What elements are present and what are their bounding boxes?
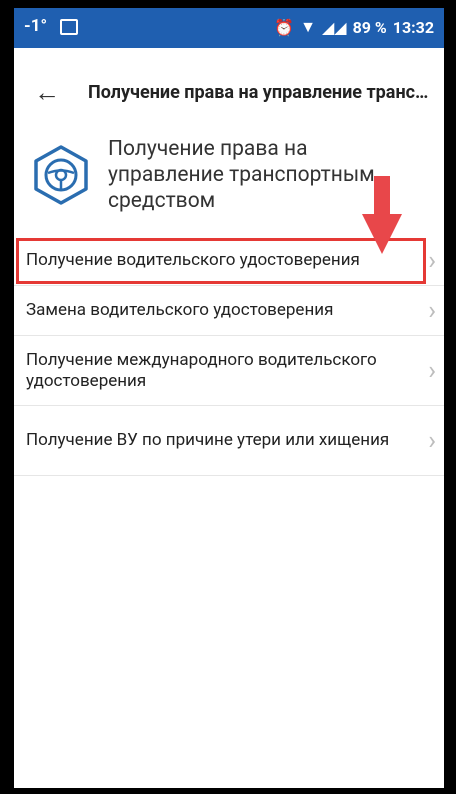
chevron-right-icon: ›: [428, 425, 436, 456]
steering-wheel-icon: [32, 144, 90, 210]
alarm-icon: ⏰: [274, 17, 295, 37]
chevron-right-icon: ›: [428, 245, 436, 276]
temperature: -1°: [24, 16, 48, 36]
status-left: -1°: [24, 16, 78, 36]
status-right: ⏰ ▼ ◢◢ 89 % 13:32: [274, 17, 434, 37]
list-item-replace-license[interactable]: Замена водительского удостоверения ›: [14, 286, 444, 336]
clock: 13:32: [392, 17, 434, 37]
signal-icon: ◢◢: [321, 17, 347, 37]
chevron-right-icon: ›: [428, 295, 436, 326]
gallery-icon: [60, 19, 78, 35]
list-item-label: Замена водительского удостоверения: [26, 300, 334, 320]
status-bar: -1° ⏰ ▼ ◢◢ 89 % 13:32: [14, 8, 444, 48]
back-arrow-icon[interactable]: ←: [34, 80, 60, 106]
wifi-icon: ▼: [300, 17, 316, 36]
app-bar: ← Получение права на управление транспор…: [14, 48, 444, 144]
battery-level: 89 %: [352, 17, 387, 37]
list-item-label: Получение ВУ по причине утери или хищени…: [26, 430, 390, 450]
list-item-lost-license[interactable]: Получение ВУ по причине утери или хищени…: [14, 406, 444, 476]
list-item-international-license[interactable]: Получение международного водительского у…: [14, 336, 444, 406]
list-item-label: Получение водительского удостоверения: [26, 250, 360, 270]
down-arrow-icon: [362, 176, 402, 260]
page-title: Получение права на управление транспортн…: [88, 82, 438, 103]
phone-screen: -1° ⏰ ▼ ◢◢ 89 % 13:32 ← Получение права …: [14, 8, 444, 788]
service-list: Получение водительского удостоверения › …: [14, 236, 444, 476]
list-item-label: Получение международного водительского у…: [26, 349, 377, 391]
chevron-right-icon: ›: [428, 355, 436, 386]
